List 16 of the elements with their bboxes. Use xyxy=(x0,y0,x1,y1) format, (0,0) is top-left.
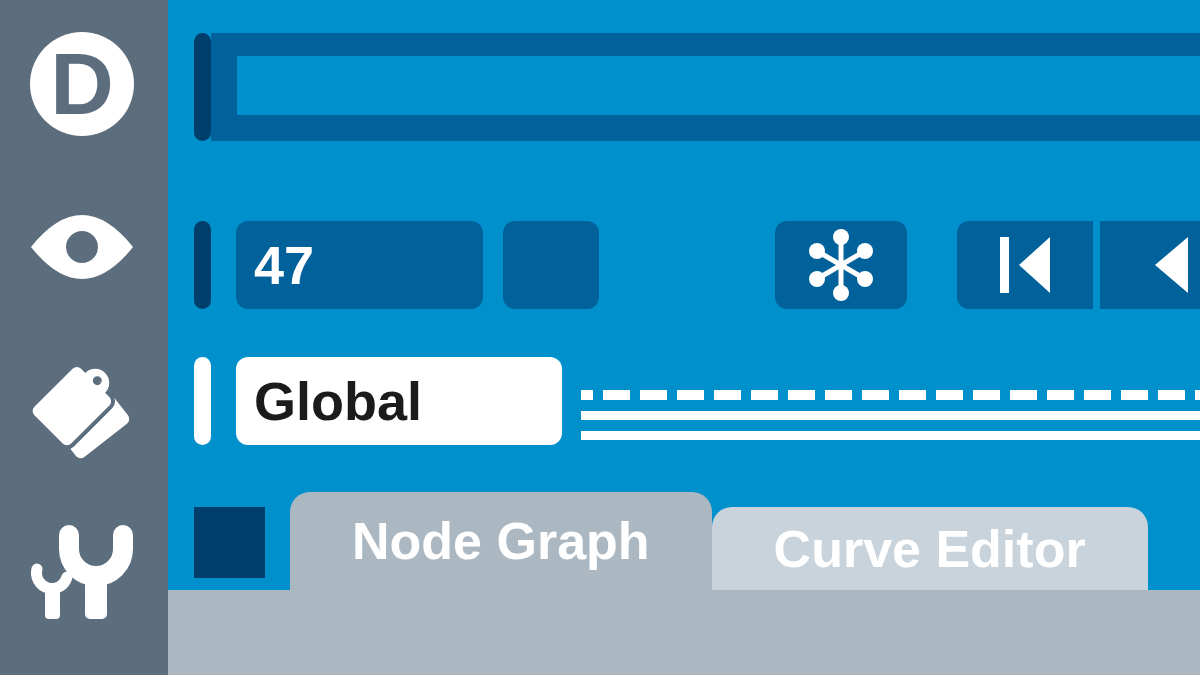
previous-icon xyxy=(1155,237,1188,293)
toolbar-button[interactable] xyxy=(775,221,907,309)
handle-icon xyxy=(194,33,211,141)
blank-field[interactable] xyxy=(503,221,599,309)
skip-to-start-icon xyxy=(1000,237,1050,293)
eye-icon[interactable] xyxy=(31,215,133,279)
frame-field[interactable]: 47 xyxy=(236,221,483,309)
handle-icon xyxy=(194,357,211,445)
toolbar-button[interactable] xyxy=(1100,221,1200,309)
app-logo: D xyxy=(30,32,134,136)
toolbar-button[interactable] xyxy=(957,221,1093,309)
outlined-field[interactable] xyxy=(211,33,1200,141)
handle-icon xyxy=(194,221,211,309)
tools-icon[interactable] xyxy=(31,525,133,619)
square-icon xyxy=(194,507,265,578)
layer-field[interactable]: Global xyxy=(236,357,562,445)
